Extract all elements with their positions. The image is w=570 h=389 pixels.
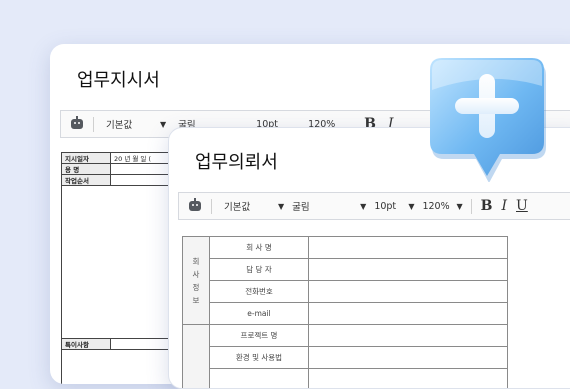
table-row: 프로젝트 명 xyxy=(183,325,508,347)
front-doc-title: 업무의뢰서 xyxy=(195,148,278,174)
robot-icon[interactable] xyxy=(71,119,83,129)
table-row: e-mail xyxy=(183,303,508,325)
environment-field[interactable] xyxy=(309,347,508,369)
chevron-down-icon[interactable]: ▼ xyxy=(278,202,284,211)
italic-button[interactable]: I xyxy=(501,198,507,214)
company-info-section-label: 회 사 정 보 xyxy=(183,237,210,325)
front-form-table: 회 사 정 보 회 사 명 담 당 자 전화번호 e-mail 프로젝트 명 환… xyxy=(182,236,508,389)
chevron-down-icon[interactable]: ▼ xyxy=(160,120,166,129)
front-toolbar: 기본값 ▼ 굴림 ▼ 10pt ▼ 120% ▼ B I U xyxy=(178,192,570,220)
table-row xyxy=(183,369,508,389)
phone-field[interactable] xyxy=(309,281,508,303)
style-select[interactable]: 기본값 xyxy=(224,199,278,213)
chevron-down-icon[interactable]: ▼ xyxy=(360,202,366,211)
underline-button[interactable]: U xyxy=(516,198,528,214)
zoom-select[interactable]: 120% xyxy=(422,201,456,212)
font-select[interactable]: 굴림 xyxy=(292,199,360,213)
table-row: 담 당 자 xyxy=(183,259,508,281)
company-name-field[interactable] xyxy=(309,237,508,259)
back-doc-title: 업무지시서 xyxy=(77,66,160,92)
plus-bubble-icon[interactable] xyxy=(428,56,546,182)
robot-icon[interactable] xyxy=(189,201,201,211)
table-row: 전화번호 xyxy=(183,281,508,303)
contact-person-field[interactable] xyxy=(309,259,508,281)
style-select[interactable]: 기본값 xyxy=(106,117,158,131)
chevron-down-icon[interactable]: ▼ xyxy=(408,202,414,211)
table-row: 회 사 정 보 회 사 명 xyxy=(183,237,508,259)
table-row: 환경 및 사용법 xyxy=(183,347,508,369)
bold-button[interactable]: B xyxy=(481,198,493,214)
size-select[interactable]: 10pt xyxy=(374,201,408,212)
email-field[interactable] xyxy=(309,303,508,325)
project-name-field[interactable] xyxy=(309,325,508,347)
chevron-down-icon[interactable]: ▼ xyxy=(456,202,462,211)
